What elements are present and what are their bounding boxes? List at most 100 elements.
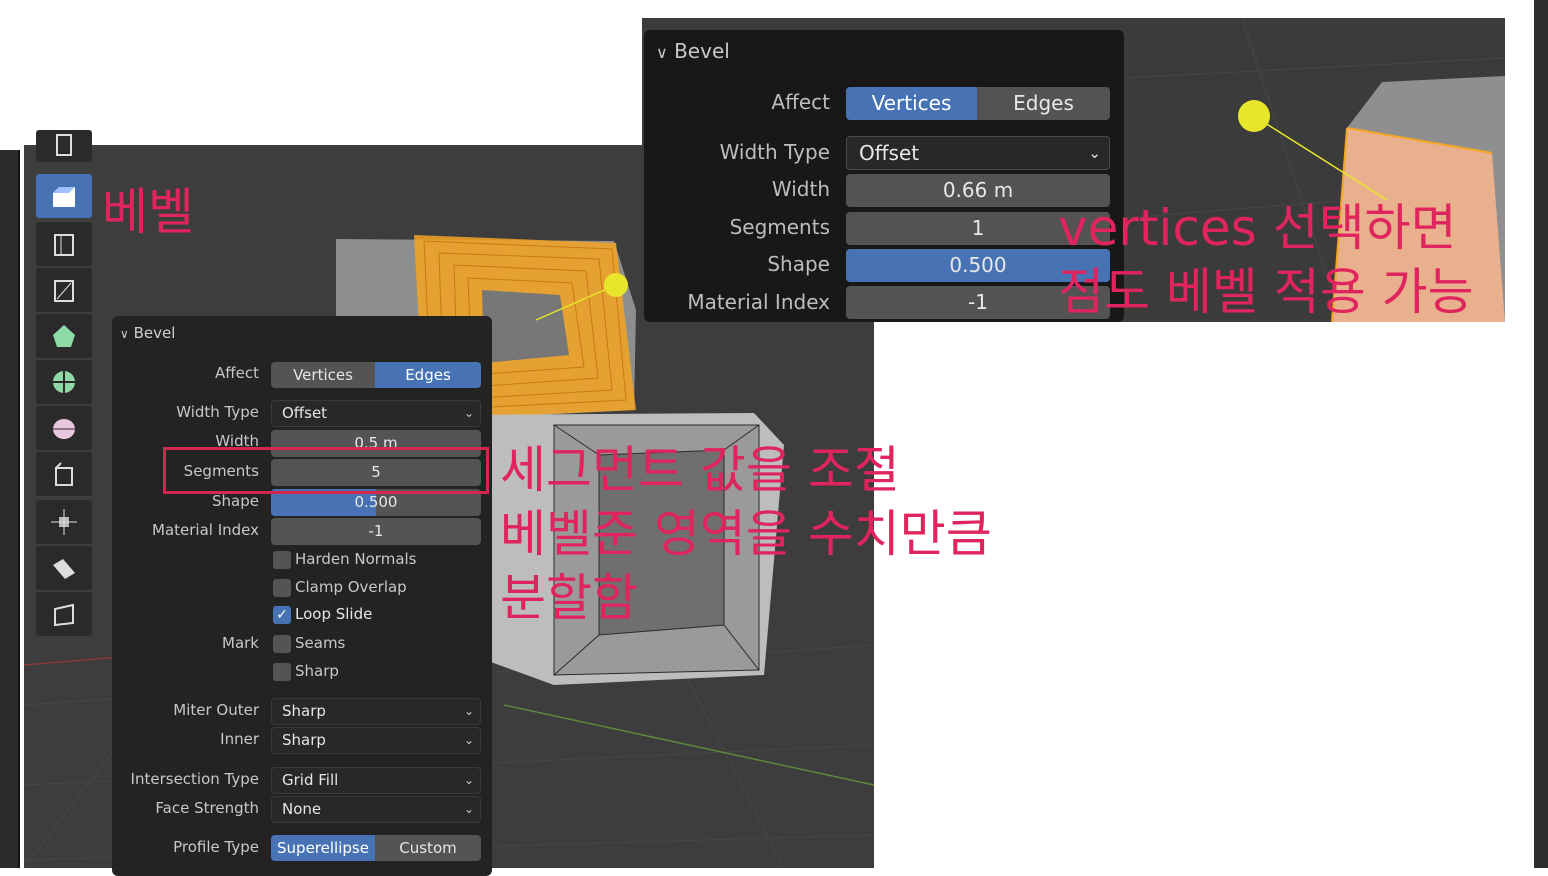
tool-shrink-fatten[interactable] [36, 500, 92, 544]
bevel-inner-face [482, 290, 569, 363]
mark-label: Mark [222, 634, 259, 652]
affect-vertices-button[interactable]: Vertices [846, 87, 977, 120]
panel-header[interactable]: ∨ Bevel [656, 39, 730, 63]
spin-icon [53, 371, 75, 393]
material-index-field[interactable]: -1 [271, 518, 481, 545]
shrink-fatten-icon [51, 509, 77, 535]
annotation-segments-line3: 분할함 [500, 569, 638, 627]
panel-header[interactable]: ∨ Bevel [120, 324, 175, 342]
gizmo-handle[interactable] [604, 273, 628, 297]
chevron-down-icon: ⌄ [1088, 144, 1101, 162]
miter-outer-value: Sharp [282, 702, 326, 720]
inset-icon [54, 234, 74, 256]
tool-shelf [36, 130, 92, 640]
miter-outer-dropdown[interactable]: Sharp ⌄ [271, 698, 481, 725]
annotation-vertices-line2: 점도 베벨 적용 가능 [1058, 263, 1474, 321]
inner-dropdown[interactable]: Sharp ⌄ [271, 727, 481, 754]
tool-bevel[interactable] [36, 174, 92, 218]
width-type-value: Offset [282, 404, 328, 422]
left-editor-border [18, 150, 20, 868]
shape-value: 0.500 [949, 253, 1007, 277]
bevel-operator-panel: ∨ Bevel Affect Vertices Edges Width Type… [112, 316, 492, 876]
segments-label: Segments [729, 215, 830, 239]
segments-highlight-box [163, 447, 489, 494]
width-type-label: Width Type [176, 403, 259, 421]
bevel-vertices-panel: ∨ Bevel Affect Vertices Edges Width Type… [644, 30, 1124, 322]
material-index-label: Material Index [687, 290, 830, 314]
profile-type-label: Profile Type [173, 838, 259, 856]
tool-shear[interactable] [36, 546, 92, 590]
seams-checkbox[interactable] [273, 635, 291, 653]
width-type-dropdown[interactable]: Offset ⌄ [846, 136, 1110, 170]
annotation-segments-line2: 베벨준 영역을 수치만큼 [500, 505, 992, 563]
chevron-down-icon: ⌄ [463, 704, 474, 718]
annotation-segments: 세그먼트 값을 조절 베벨준 영역을 수치만큼 분할함 [500, 438, 992, 630]
affect-label: Affect [771, 90, 830, 114]
annotation-vertices: vertices 선택하면 점도 베벨 적용 가능 [1058, 196, 1474, 324]
clamp-overlap-label: Clamp Overlap [295, 578, 407, 596]
clamp-overlap-checkbox[interactable] [273, 579, 291, 597]
shape-label: Shape [767, 252, 830, 276]
smooth-icon [53, 419, 75, 439]
sharp-label: Sharp [295, 662, 339, 680]
inner-value: Sharp [282, 731, 326, 749]
y-axis-line [503, 704, 874, 786]
width-type-dropdown[interactable]: Offset ⌄ [271, 400, 481, 427]
gizmo-handle[interactable] [1238, 100, 1270, 132]
rip-icon [54, 603, 74, 627]
edge-slide-icon [55, 462, 73, 486]
tool-poly-build[interactable] [36, 314, 92, 358]
miter-outer-label: Miter Outer [173, 701, 259, 719]
tool-spin[interactable] [36, 360, 92, 404]
panel-title: Bevel [133, 324, 176, 342]
tool-loop-cut[interactable] [36, 268, 92, 312]
profile-custom-button[interactable]: Custom [375, 835, 481, 861]
chevron-down-icon: ⌄ [463, 773, 474, 787]
harden-normals-checkbox[interactable] [273, 551, 291, 569]
shape-label: Shape [212, 492, 259, 510]
poly-build-icon [53, 325, 75, 347]
face-strength-label: Face Strength [155, 799, 259, 817]
checkmark-icon: ✓ [276, 607, 288, 623]
material-index-label: Material Index [152, 521, 259, 539]
profile-superellipse-button[interactable]: Superellipse [271, 835, 375, 861]
loop-cut-icon [54, 280, 74, 302]
face-strength-dropdown[interactable]: None ⌄ [271, 796, 481, 823]
affect-label: Affect [215, 364, 259, 382]
chevron-down-icon: ∨ [120, 327, 129, 341]
width-type-value: Offset [859, 141, 920, 165]
tool-inset[interactable] [36, 222, 92, 266]
loop-slide-label: Loop Slide [295, 605, 373, 623]
intersection-type-label: Intersection Type [130, 770, 259, 788]
extrude-icon [56, 134, 72, 156]
annotation-segments-line1: 세그먼트 값을 조절 [500, 441, 900, 499]
affect-edges-button[interactable]: Edges [977, 87, 1110, 120]
panel-title: Bevel [674, 39, 730, 63]
annotation-bevel: 베벨 [102, 183, 194, 241]
bevel-tool-icon [53, 187, 75, 207]
tool-extrude[interactable] [36, 130, 92, 162]
annotation-vertices-line1: vertices 선택하면 [1058, 199, 1457, 257]
width-type-label: Width Type [719, 140, 830, 164]
right-editor-edge [1534, 0, 1548, 868]
shape-value: 0.500 [354, 493, 398, 511]
tool-smooth[interactable] [36, 406, 92, 450]
shear-icon [53, 559, 75, 579]
tool-edge-slide[interactable] [36, 452, 92, 496]
tool-rip[interactable] [36, 592, 92, 636]
sharp-checkbox[interactable] [273, 663, 291, 681]
inner-label: Inner [220, 730, 259, 748]
chevron-down-icon: ⌄ [463, 802, 474, 816]
affect-edges-button[interactable]: Edges [375, 362, 481, 388]
loop-slide-checkbox[interactable]: ✓ [273, 606, 291, 624]
face-strength-value: None [282, 800, 322, 818]
affect-vertices-button[interactable]: Vertices [271, 362, 375, 388]
chevron-down-icon: ⌄ [463, 733, 474, 747]
width-label: Width [771, 177, 830, 201]
chevron-down-icon: ∨ [656, 43, 668, 62]
left-editor-edge [0, 150, 20, 868]
intersection-type-value: Grid Fill [282, 771, 339, 789]
intersection-type-dropdown[interactable]: Grid Fill ⌄ [271, 767, 481, 794]
harden-normals-label: Harden Normals [295, 550, 417, 568]
chevron-down-icon: ⌄ [463, 406, 474, 420]
